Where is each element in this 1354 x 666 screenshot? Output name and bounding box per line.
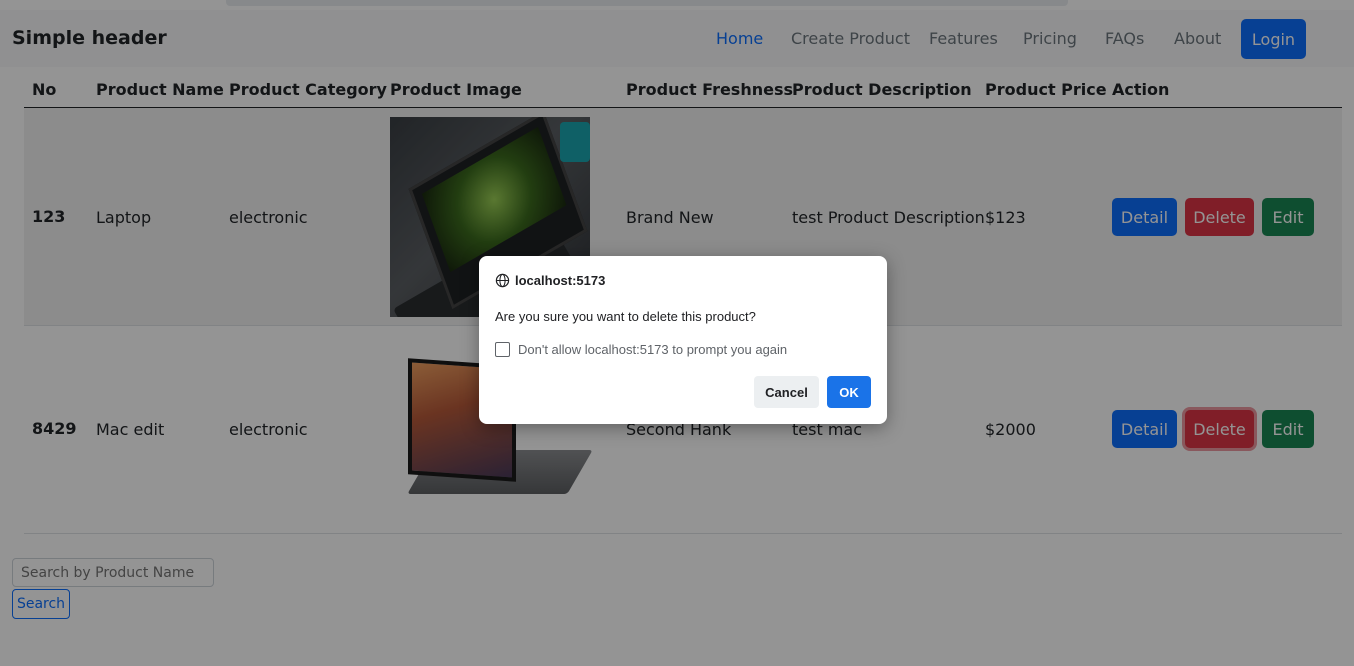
cancel-button[interactable]: Cancel (754, 376, 819, 408)
globe-icon (495, 273, 510, 288)
dont-allow-prompt-row[interactable]: Don't allow localhost:5173 to prompt you… (495, 342, 787, 357)
dialog-message: Are you sure you want to delete this pro… (495, 309, 756, 324)
dont-allow-checkbox[interactable] (495, 342, 510, 357)
dialog-origin-text: localhost:5173 (515, 273, 606, 288)
dont-allow-label[interactable]: Don't allow localhost:5173 to prompt you… (518, 342, 787, 357)
ok-button[interactable]: OK (827, 376, 871, 408)
confirm-dialog: localhost:5173 Are you sure you want to … (479, 256, 887, 424)
dialog-origin: localhost:5173 (495, 273, 605, 288)
